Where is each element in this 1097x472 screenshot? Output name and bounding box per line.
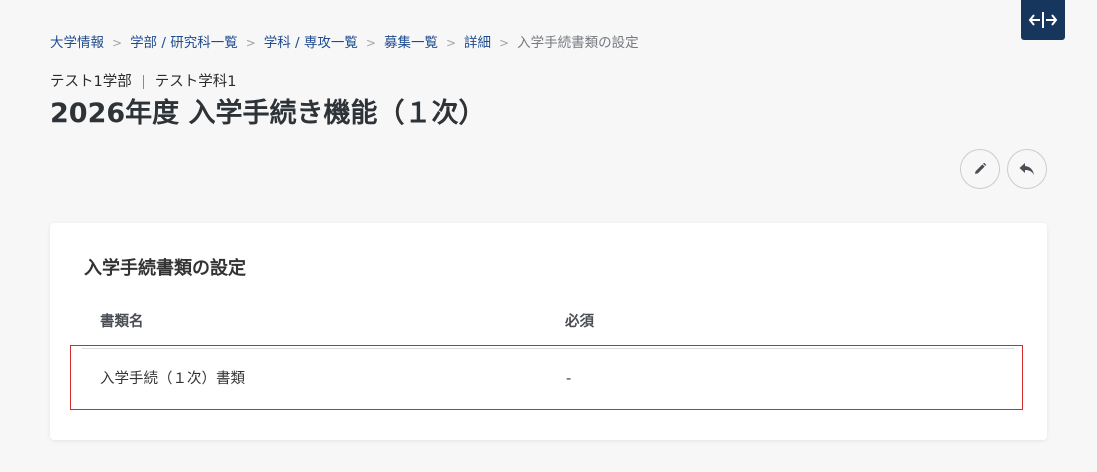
- breadcrumb: 大学情報 > 学部 / 研究科一覧 > 学科 / 専攻一覧 > 募集一覧 > 詳…: [50, 34, 639, 52]
- edit-button[interactable]: [960, 149, 1000, 189]
- breadcrumb-faculty-list[interactable]: 学部 / 研究科一覧: [130, 34, 238, 52]
- page-subtitle: テスト1学部 テスト学科1: [50, 72, 236, 92]
- card-title: 入学手続書類の設定: [84, 258, 246, 279]
- breadcrumb-university-info[interactable]: 大学情報: [50, 34, 104, 52]
- table-row[interactable]: 入学手続（１次）書類 -: [70, 345, 1023, 410]
- subtitle-divider: [142, 75, 144, 89]
- breadcrumb-current: 入学手続書類の設定: [517, 35, 639, 51]
- page-title: 2026年度 入学手続き機能（１次）: [50, 98, 486, 129]
- column-header-document-name: 書類名: [100, 314, 144, 330]
- breadcrumb-separator: >: [112, 36, 123, 50]
- breadcrumb-detail[interactable]: 詳細: [464, 34, 491, 52]
- column-header-required: 必須: [565, 314, 594, 330]
- reply-arrow-icon: [1019, 163, 1034, 175]
- documents-settings-card: 入学手続書類の設定 書類名 必須 入学手続（１次）書類 -: [50, 223, 1047, 440]
- breadcrumb-separator: >: [445, 36, 457, 50]
- breadcrumb-department-list[interactable]: 学科 / 専攻一覧: [264, 34, 358, 52]
- pencil-icon: [975, 162, 987, 174]
- faculty-name: テスト1学部: [50, 74, 132, 90]
- breadcrumb-recruitment-list[interactable]: 募集一覧: [384, 34, 438, 52]
- breadcrumb-separator: >: [365, 36, 376, 50]
- breadcrumb-separator: >: [499, 36, 510, 50]
- document-name-cell: 入学手続（１次）書類: [100, 371, 245, 387]
- breadcrumb-separator: >: [245, 36, 256, 50]
- expand-horizontal-icon: [1028, 12, 1058, 28]
- back-button[interactable]: [1007, 149, 1047, 189]
- department-name: テスト学科1: [154, 74, 237, 90]
- required-cell: -: [566, 371, 572, 387]
- expand-toggle-button[interactable]: [1021, 0, 1065, 40]
